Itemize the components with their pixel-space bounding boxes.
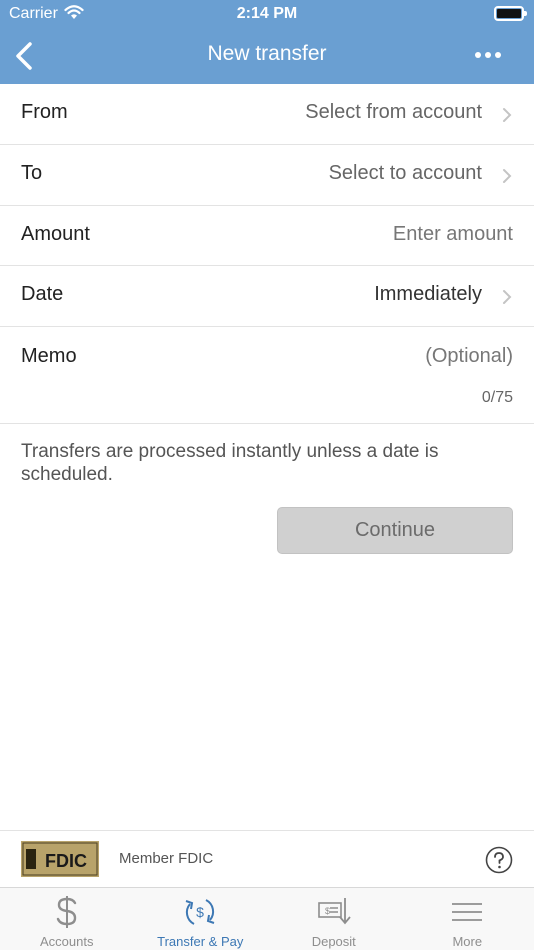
more-options-button[interactable] <box>468 40 508 70</box>
svg-text:FDIC: FDIC <box>45 851 87 871</box>
memo-character-counter: 0/75 <box>481 389 513 406</box>
svg-text:$: $ <box>196 904 204 920</box>
fdic-bar: FDIC Member FDIC <box>0 830 534 887</box>
svg-text:$: $ <box>325 906 330 916</box>
chevron-right-icon <box>503 108 512 122</box>
page-title: New transfer <box>207 42 327 65</box>
date-row[interactable]: Date Immediately <box>0 266 534 327</box>
fdic-logo: FDIC <box>21 841 99 877</box>
from-account-value: Select from account <box>305 101 482 123</box>
status-bar: Carrier 2:14 PM <box>0 0 534 28</box>
hamburger-menu-icon <box>452 903 483 921</box>
chevron-right-icon <box>503 290 512 304</box>
to-account-value: Select to account <box>328 162 482 184</box>
tab-deposit[interactable]: $ Deposit <box>267 888 401 950</box>
app-header: Carrier 2:14 PM New transfer <box>0 0 534 84</box>
dollar-icon <box>56 896 76 928</box>
tab-more[interactable]: More <box>401 888 534 950</box>
check-deposit-icon: $ <box>317 898 351 925</box>
tab-transfer-pay[interactable]: $ Transfer & Pay <box>134 888 268 950</box>
memo-label: Memo <box>21 345 77 367</box>
tab-label: More <box>452 934 483 949</box>
member-fdic-label: Member FDIC <box>119 850 214 867</box>
nav-bar: New transfer <box>0 28 534 84</box>
memo-row[interactable]: Memo (Optional) 0/75 <box>0 327 534 424</box>
continue-button[interactable]: Continue <box>277 507 513 554</box>
to-account-row[interactable]: To Select to account <box>0 145 534 206</box>
amount-row[interactable]: Amount Enter amount <box>0 206 534 266</box>
amount-label: Amount <box>21 223 90 245</box>
transfer-info-text: Transfers are processed instantly unless… <box>21 441 439 485</box>
memo-input[interactable]: (Optional) <box>425 345 513 368</box>
question-circle-icon[interactable] <box>485 846 513 874</box>
amount-input[interactable]: Enter amount <box>393 223 513 246</box>
tab-label: Accounts <box>40 934 94 949</box>
status-time: 2:14 PM <box>236 5 298 22</box>
date-value: Immediately <box>374 283 482 305</box>
from-account-row[interactable]: From Select from account <box>0 84 534 145</box>
to-label: To <box>21 162 43 184</box>
tab-bar: Accounts $ Transfer & Pay $ Deposit More <box>0 887 534 950</box>
transfer-form: From Select from account To Select to ac… <box>0 84 534 424</box>
date-label: Date <box>21 283 64 305</box>
tab-accounts[interactable]: Accounts <box>0 888 134 950</box>
ellipsis-icon <box>475 52 501 58</box>
transfer-cycle-icon: $ <box>185 899 215 925</box>
chevron-right-icon <box>503 169 512 183</box>
tab-label: Deposit <box>311 934 356 949</box>
tab-label: Transfer & Pay <box>157 934 244 949</box>
battery-icon <box>494 6 527 21</box>
from-label: From <box>21 101 68 123</box>
